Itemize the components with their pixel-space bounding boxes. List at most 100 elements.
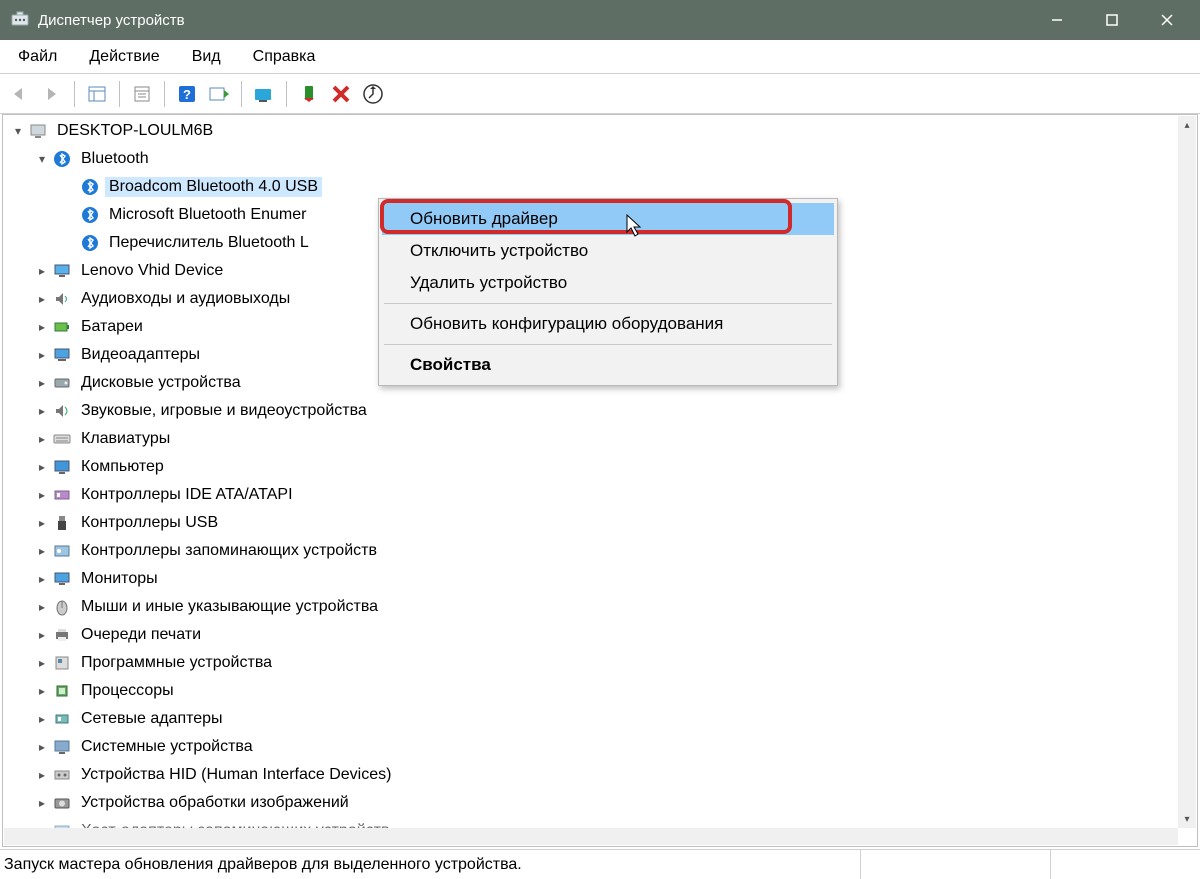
ctx-disable-device[interactable]: Отключить устройство [382,235,834,267]
tree-item-label: Broadcom Bluetooth 4.0 USB [105,177,322,197]
chevron-right-icon[interactable]: ▸ [33,292,51,306]
tree-cat-cpu[interactable]: ▸ Процессоры [5,677,1177,705]
chevron-right-icon[interactable]: ▸ [33,600,51,614]
tree-root[interactable]: ▾ DESKTOP-LOULM6B [5,117,1177,145]
usb-icon [51,512,73,534]
menu-help[interactable]: Справка [243,44,326,70]
tree-cat-sound[interactable]: ▸ Звуковые, игровые и видеоустройства [5,397,1177,425]
tree-cat-software[interactable]: ▸ Программные устройства [5,649,1177,677]
forward-button[interactable] [38,80,66,108]
system-device-icon [51,736,73,758]
ctx-item-label: Отключить устройство [410,241,588,260]
properties-button[interactable] [128,80,156,108]
menu-action[interactable]: Действие [79,44,169,70]
menu-separator [384,344,832,345]
hid-icon [51,764,73,786]
chevron-right-icon[interactable]: ▸ [33,460,51,474]
menu-view[interactable]: Вид [182,44,231,70]
chevron-right-icon[interactable]: ▸ [33,544,51,558]
ctx-update-driver[interactable]: Обновить драйвер [382,203,834,235]
tree-cat-keyboard[interactable]: ▸ Клавиатуры [5,425,1177,453]
ctx-item-label: Обновить драйвер [410,209,558,228]
cpu-icon [51,680,73,702]
chevron-down-icon[interactable]: ▾ [9,124,27,138]
status-cell [1050,850,1200,879]
menubar: Файл Действие Вид Справка [0,40,1200,74]
chevron-right-icon[interactable]: ▸ [33,320,51,334]
camera-icon [51,792,73,814]
toolbar-separator [119,81,120,107]
chevron-right-icon[interactable]: ▸ [33,376,51,390]
scan-button[interactable] [205,80,233,108]
monitor-icon [51,260,73,282]
chevron-right-icon[interactable]: ▸ [33,404,51,418]
tree-cat-monitor[interactable]: ▸ Мониторы [5,565,1177,593]
tree-cat-ide[interactable]: ▸ Контроллеры IDE ATA/ATAPI [5,481,1177,509]
computer-icon [51,456,73,478]
tree-cat-hid[interactable]: ▸ Устройства HID (Human Interface Device… [5,761,1177,789]
chevron-right-icon[interactable]: ▸ [33,488,51,502]
ctx-item-label: Обновить конфигурацию оборудования [410,314,723,333]
chevron-right-icon[interactable]: ▸ [33,796,51,810]
menu-file[interactable]: Файл [8,44,67,70]
vertical-scrollbar[interactable]: ▴ ▾ [1178,116,1196,828]
scroll-up-icon[interactable]: ▴ [1178,116,1196,134]
tree-item-label: Аудиовходы и аудиовыходы [77,289,294,309]
tree-cat-print[interactable]: ▸ Очереди печати [5,621,1177,649]
toolbar: ? [0,74,1200,114]
chevron-right-icon[interactable]: ▸ [33,628,51,642]
toolbar-separator [74,81,75,107]
enable-device-button[interactable] [295,80,323,108]
help-button[interactable]: ? [173,80,201,108]
ctx-scan-hardware[interactable]: Обновить конфигурацию оборудования [382,308,834,340]
monitor-icon [51,568,73,590]
chevron-right-icon[interactable]: ▸ [33,768,51,782]
tree-cat-net[interactable]: ▸ Сетевые адаптеры [5,705,1177,733]
show-hide-tree-button[interactable] [83,80,111,108]
scroll-down-icon[interactable]: ▾ [1178,810,1196,828]
maximize-button[interactable] [1084,0,1139,40]
tree-item-label: Lenovo Vhid Device [77,261,227,281]
horizontal-scrollbar[interactable] [4,828,1178,845]
uninstall-device-button[interactable] [327,80,355,108]
statusbar: Запуск мастера обновления драйверов для … [0,849,1200,879]
chevron-right-icon[interactable]: ▸ [33,572,51,586]
chevron-right-icon[interactable]: ▸ [33,432,51,446]
disk-icon [51,372,73,394]
tree-item-label: Программные устройства [77,653,276,673]
tree-cat-storage[interactable]: ▸ Контроллеры запоминающих устройств [5,537,1177,565]
ctx-uninstall-device[interactable]: Удалить устройство [382,267,834,299]
chevron-right-icon[interactable]: ▸ [33,740,51,754]
toolbar-separator [164,81,165,107]
back-button[interactable] [6,80,34,108]
chevron-right-icon[interactable]: ▸ [33,348,51,362]
chevron-right-icon[interactable]: ▸ [33,656,51,670]
chevron-right-icon[interactable]: ▸ [33,516,51,530]
chevron-down-icon[interactable]: ▾ [33,152,51,166]
close-button[interactable] [1139,0,1194,40]
tree-item-label: Microsoft Bluetooth Enumer [105,205,310,225]
status-text: Запуск мастера обновления драйверов для … [4,856,860,874]
bluetooth-icon [79,176,101,198]
tree-bluetooth[interactable]: ▾ Bluetooth [5,145,1177,173]
tree-cat-usb[interactable]: ▸ Контроллеры USB [5,509,1177,537]
chevron-right-icon[interactable]: ▸ [33,712,51,726]
tree-bt-broadcom[interactable]: Broadcom Bluetooth 4.0 USB [5,173,1177,201]
minimize-button[interactable] [1029,0,1084,40]
tree-cat-imaging[interactable]: ▸ Устройства обработки изображений [5,789,1177,817]
scan-hardware-button[interactable] [359,80,387,108]
tree-item-label: Видеоадаптеры [77,345,204,365]
tree-cat-system[interactable]: ▸ Системные устройства [5,733,1177,761]
tree-item-label: Очереди печати [77,625,205,645]
tree-cat-computer[interactable]: ▸ Компьютер [5,453,1177,481]
tree-item-label: Контроллеры USB [77,513,222,533]
chevron-right-icon[interactable]: ▸ [33,264,51,278]
ctx-item-label: Удалить устройство [410,273,567,292]
battery-icon [51,316,73,338]
tree-cat-mouse[interactable]: ▸ Мыши и иные указывающие устройства [5,593,1177,621]
chevron-right-icon[interactable]: ▸ [33,684,51,698]
app-icon [10,10,30,30]
ctx-properties[interactable]: Свойства [382,349,834,381]
status-cell [860,850,1050,879]
update-driver-button[interactable] [250,80,278,108]
